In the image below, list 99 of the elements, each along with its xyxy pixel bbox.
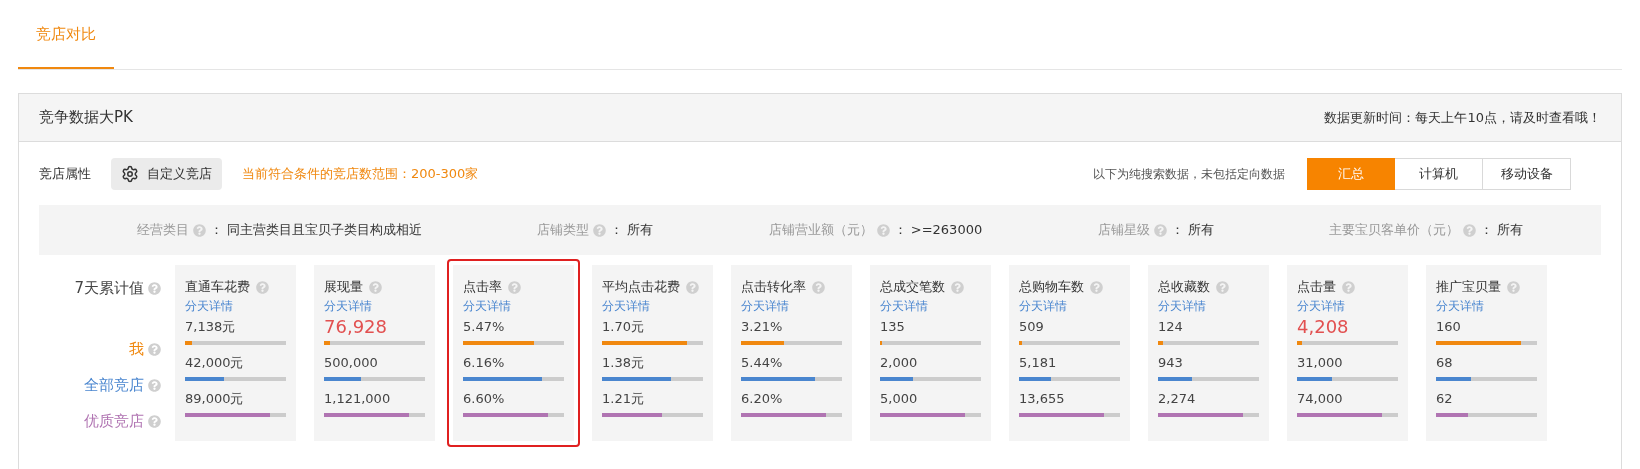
metric-value: 74,000 xyxy=(1297,390,1344,408)
range-note: 当前符合条件的竞店数范围：200-300家 xyxy=(242,165,479,184)
criteria-label: 店铺类型 xyxy=(537,221,590,240)
metric-value: 68 xyxy=(1436,354,1454,372)
metric-value: 943 xyxy=(1158,354,1184,372)
metric-value: 13,655 xyxy=(1019,390,1066,408)
device-tab[interactable]: 计算机 xyxy=(1395,158,1483,190)
help-icon xyxy=(686,280,699,294)
daily-details-link[interactable]: 分天详情 xyxy=(324,297,372,315)
help-icon xyxy=(1216,280,1229,294)
metric-title: 推广宝贝量 xyxy=(1436,278,1501,297)
daily-details-link[interactable]: 分天详情 xyxy=(1019,297,1067,315)
daily-details-link[interactable]: 分天详情 xyxy=(741,297,789,315)
update-note: 数据更新时间：每天上午10点，请及时查看哦！ xyxy=(1324,108,1601,127)
daily-details-link[interactable]: 分天详情 xyxy=(602,297,650,315)
criteria-separator: ： xyxy=(1170,221,1184,240)
metric-value: 2,000 xyxy=(880,354,919,372)
criteria-value: 同主营类目且宝贝子类目构成相近 xyxy=(226,221,422,240)
help-icon xyxy=(192,223,206,237)
settings-icon xyxy=(121,165,139,183)
metric-value: 6.16% xyxy=(463,354,506,372)
help-icon xyxy=(1153,223,1167,237)
help-icon xyxy=(148,342,161,356)
metric-value: 62 xyxy=(1436,390,1454,408)
metric-value: 3.21% xyxy=(741,318,784,336)
daily-details-link[interactable]: 分天详情 xyxy=(880,297,928,315)
metric-value: 6.60% xyxy=(463,390,506,408)
help-icon xyxy=(876,223,890,237)
criteria-value: 所有 xyxy=(1187,221,1214,240)
metric-value: 31,000 xyxy=(1297,354,1344,372)
help-icon xyxy=(148,414,161,428)
criteria-label: 店铺星级 xyxy=(1097,221,1150,240)
help-icon xyxy=(812,280,825,294)
device-tab[interactable]: 汇总 xyxy=(1307,158,1395,190)
metric-title: 平均点击花费 xyxy=(602,278,680,297)
series-label: 我 xyxy=(129,338,144,360)
daily-details-link[interactable]: 分天详情 xyxy=(1297,297,1345,315)
page-tab[interactable]: 竞店对比 xyxy=(18,22,114,69)
help-icon xyxy=(148,378,161,392)
metric-value: 76,928 xyxy=(324,317,388,337)
metric-value: 509 xyxy=(1019,318,1045,336)
metric-title: 点击率 xyxy=(463,278,502,297)
criteria-separator: ： xyxy=(1480,221,1494,240)
help-icon xyxy=(148,281,161,295)
metric-value: 6.20% xyxy=(741,390,784,408)
criteria-label: 主要宝贝客单价（元） xyxy=(1329,221,1460,240)
daily-details-link[interactable]: 分天详情 xyxy=(463,297,511,315)
criteria-separator: ： xyxy=(893,221,907,240)
metric-title: 点击量 xyxy=(1297,278,1336,297)
metric-value: 124 xyxy=(1158,318,1184,336)
metric-title: 总收藏数 xyxy=(1158,278,1210,297)
metric-value: 500,000 xyxy=(324,354,379,372)
metric-value: 135 xyxy=(880,318,906,336)
help-icon xyxy=(1342,280,1355,294)
metric-value: 160 xyxy=(1436,318,1462,336)
metric-title: 直通车花费 xyxy=(185,278,250,297)
metric-value: 5.47% xyxy=(463,318,506,336)
metric-title: 总成交笔数 xyxy=(880,278,945,297)
metric-value: 5.44% xyxy=(741,354,784,372)
metric-value: 1.70元 xyxy=(602,318,645,336)
help-icon xyxy=(256,280,269,294)
series-label: 优质竞店 xyxy=(84,410,144,432)
help-icon xyxy=(1463,223,1477,237)
criteria-value: 所有 xyxy=(1497,221,1524,240)
help-icon xyxy=(1090,280,1103,294)
search-note: 以下为纯搜索数据，未包括定向数据 xyxy=(1093,166,1285,183)
daily-details-link[interactable]: 分天详情 xyxy=(1158,297,1206,315)
metric-value: 1.38元 xyxy=(602,354,645,372)
criteria-value: 所有 xyxy=(627,221,654,240)
metric-title: 总购物车数 xyxy=(1019,278,1084,297)
criteria-separator: ： xyxy=(209,221,223,240)
custom-store-button[interactable]: 自定义竞店 xyxy=(111,158,222,190)
series-label: 全部竞店 xyxy=(84,374,144,396)
metric-value: 7,138元 xyxy=(185,318,237,336)
metric-value: 1,121,000 xyxy=(324,390,392,408)
metric-value: 2,274 xyxy=(1158,390,1197,408)
metric-value: 4,208 xyxy=(1297,317,1350,337)
help-icon xyxy=(1507,280,1520,294)
criteria-value: >=263000 xyxy=(910,221,983,240)
device-tab[interactable]: 移动设备 xyxy=(1483,158,1571,190)
period-label: 7天累计值 xyxy=(74,277,144,299)
help-icon xyxy=(593,223,607,237)
filter-label: 竞店属性 xyxy=(39,165,91,184)
metric-value: 5,000 xyxy=(880,390,919,408)
help-icon xyxy=(951,280,964,294)
metric-value: 5,181 xyxy=(1019,354,1058,372)
help-icon xyxy=(508,280,521,294)
help-icon xyxy=(369,280,382,294)
metric-title: 点击转化率 xyxy=(741,278,806,297)
metric-value: 42,000元 xyxy=(185,354,245,372)
criteria-label: 店铺营业额（元） xyxy=(768,221,873,240)
criteria-separator: ： xyxy=(610,221,624,240)
criteria-label: 经营类目 xyxy=(136,221,189,240)
panel-title: 竞争数据大PK xyxy=(39,107,133,129)
metric-title: 展现量 xyxy=(324,278,363,297)
metric-value: 1.21元 xyxy=(602,390,645,408)
metric-value: 89,000元 xyxy=(185,390,245,408)
daily-details-link[interactable]: 分天详情 xyxy=(1436,297,1484,315)
daily-details-link[interactable]: 分天详情 xyxy=(185,297,233,315)
